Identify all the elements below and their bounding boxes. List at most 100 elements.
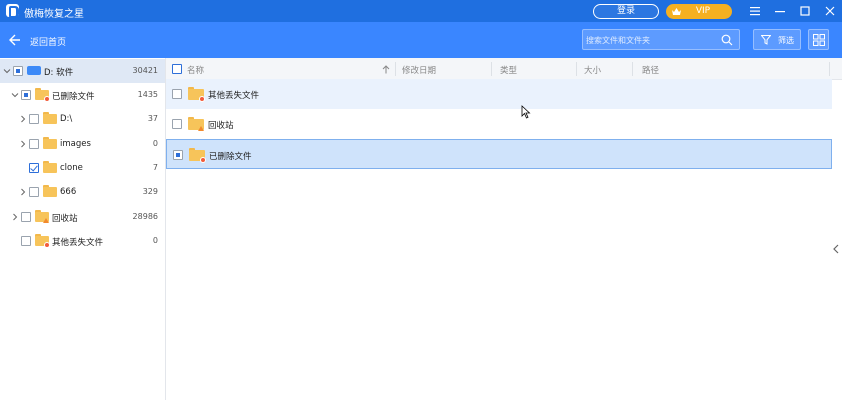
view-toggle-button[interactable] — [808, 29, 829, 50]
file-list: 名称 修改日期 类型 大小 路径 其他丢失文件 回收站 已删除文件 — [166, 58, 842, 400]
tree-item-recycle-bin[interactable]: 回收站 28986 — [0, 205, 165, 229]
tree-item-count: 28986 — [132, 212, 158, 221]
menu-button[interactable] — [747, 3, 763, 19]
tree-item-other-lost-files[interactable]: 其他丢失文件 0 — [0, 229, 165, 253]
row-name: 回收站 — [208, 121, 234, 131]
back-home-link[interactable]: 返回首页 — [30, 35, 66, 48]
column-divider[interactable] — [395, 62, 396, 76]
lost-folder-icon — [35, 234, 50, 248]
vip-button[interactable]: VIP — [666, 4, 732, 19]
app-title: 傲梅恢复之星 — [24, 9, 84, 20]
toolbar: 返回首页 筛选 — [0, 22, 842, 58]
sort-ascending-icon[interactable] — [382, 65, 390, 74]
tree-item-count: 0 — [152, 236, 158, 245]
tree-item-count: 30421 — [132, 66, 158, 75]
column-header-modified[interactable]: 修改日期 — [402, 64, 436, 76]
column-divider[interactable] — [576, 62, 577, 76]
grid-view-icon — [813, 34, 825, 46]
deleted-folder-icon — [189, 148, 206, 163]
chevron-down-icon[interactable] — [11, 91, 19, 99]
table-row[interactable]: 回收站 — [166, 109, 832, 139]
folder-icon — [43, 137, 57, 150]
crown-icon — [672, 8, 681, 15]
tree-checkbox[interactable] — [21, 90, 31, 100]
chevron-right-icon[interactable] — [11, 213, 19, 221]
maximize-button[interactable] — [797, 3, 813, 19]
row-name: 其他丢失文件 — [208, 91, 260, 101]
tree-checkbox[interactable] — [21, 236, 31, 246]
table-row[interactable]: 已删除文件 — [166, 139, 832, 169]
minimize-button[interactable] — [772, 3, 788, 19]
tree-item-666[interactable]: 666 329 — [0, 180, 165, 204]
folder-icon — [43, 185, 57, 198]
tree-item-label: 回收站 — [52, 214, 78, 224]
tree-item-drive-d[interactable]: D: 软件 30421 — [0, 59, 165, 83]
filter-label: 筛选 — [778, 36, 794, 45]
column-header-type[interactable]: 类型 — [500, 64, 517, 76]
select-all-checkbox[interactable] — [172, 64, 182, 74]
tree-item-label: D: 软件 — [44, 68, 74, 78]
folder-icon — [43, 112, 57, 125]
tree-item-clone[interactable]: clone 7 — [0, 156, 165, 180]
minimize-icon — [775, 11, 785, 13]
filter-button[interactable]: 筛选 — [753, 29, 801, 50]
tree-item-images[interactable]: images 0 — [0, 132, 165, 156]
close-icon — [825, 6, 835, 16]
column-divider[interactable] — [491, 62, 492, 76]
title-bar: 傲梅恢复之星 登录 VIP — [0, 0, 842, 22]
tree-item-d-root[interactable]: D:\ 37 — [0, 107, 165, 131]
column-divider[interactable] — [829, 62, 830, 76]
tree-item-count: 329 — [142, 187, 158, 196]
tree-item-label: images — [60, 139, 91, 149]
column-divider[interactable] — [632, 62, 633, 76]
search-input[interactable] — [586, 33, 716, 47]
chevron-right-icon[interactable] — [19, 140, 27, 148]
login-button[interactable]: 登录 — [593, 4, 659, 19]
tree-item-label: D:\ — [60, 114, 73, 124]
collapse-panel-icon[interactable] — [833, 244, 839, 254]
deleted-folder-icon — [35, 88, 50, 102]
chevron-right-icon[interactable] — [19, 115, 27, 123]
vip-label: VIP — [695, 6, 711, 16]
folder-icon — [43, 161, 57, 174]
recycle-folder-icon — [35, 210, 49, 223]
maximize-icon — [800, 6, 810, 16]
tree-checkbox[interactable] — [29, 114, 39, 124]
column-header-name[interactable]: 名称 — [187, 64, 204, 76]
tree-checkbox[interactable] — [29, 163, 39, 173]
tree-item-label: 666 — [60, 187, 77, 197]
drive-icon — [27, 64, 41, 77]
tree-item-label: clone — [60, 163, 83, 173]
filter-icon — [761, 35, 771, 45]
tree-item-deleted-files[interactable]: 已删除文件 1435 — [0, 83, 165, 107]
tree-item-count: 0 — [152, 139, 158, 148]
app-logo-icon — [6, 4, 19, 18]
table-row[interactable]: 其他丢失文件 — [166, 79, 832, 109]
chevron-down-icon[interactable] — [3, 67, 11, 75]
folder-tree: D: 软件 30421 已删除文件 1435 D:\ 37 images 0 c… — [0, 58, 166, 400]
lost-folder-icon — [188, 87, 205, 102]
table-header: 名称 修改日期 类型 大小 路径 — [166, 58, 842, 80]
tree-item-count: 37 — [147, 114, 158, 123]
tree-checkbox[interactable] — [21, 212, 31, 222]
search-box — [582, 29, 740, 50]
menu-icon — [750, 7, 760, 16]
recycle-folder-icon — [188, 117, 204, 131]
tree-checkbox[interactable] — [29, 139, 39, 149]
tree-item-count: 7 — [152, 163, 158, 172]
tree-checkbox[interactable] — [13, 66, 23, 76]
close-button[interactable] — [822, 3, 838, 19]
row-checkbox[interactable] — [172, 119, 182, 129]
tree-checkbox[interactable] — [29, 187, 39, 197]
tree-item-count: 1435 — [137, 90, 158, 99]
row-checkbox[interactable] — [172, 89, 182, 99]
row-checkbox[interactable] — [173, 150, 183, 160]
row-name: 已删除文件 — [209, 152, 252, 162]
back-arrow-icon[interactable] — [8, 33, 22, 47]
tree-item-label: 已删除文件 — [52, 92, 95, 102]
column-header-path[interactable]: 路径 — [642, 64, 659, 76]
mouse-cursor-icon — [521, 105, 531, 119]
search-icon[interactable] — [721, 34, 733, 46]
column-header-size[interactable]: 大小 — [584, 64, 601, 76]
chevron-right-icon[interactable] — [19, 188, 27, 196]
